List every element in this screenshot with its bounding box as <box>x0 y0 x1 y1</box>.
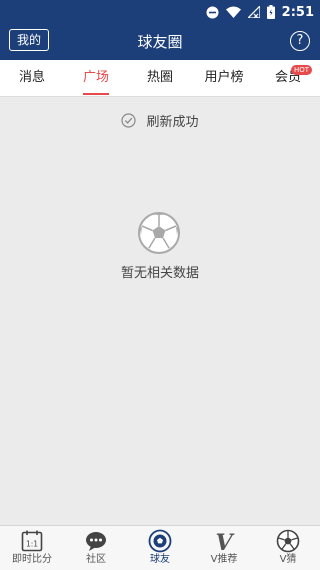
refresh-status: 刷新成功 <box>0 108 320 132</box>
tab-user-ranking[interactable]: 用户榜 <box>192 60 256 96</box>
bottom-nav: 1:1 即时比分 社区 球友 V V推荐 V猜 <box>0 525 320 570</box>
hot-badge: HOT <box>290 65 312 75</box>
nav-friends[interactable]: 球友 <box>128 526 192 570</box>
status-icons: 2:51 <box>206 0 314 24</box>
football-empty-icon <box>138 212 180 254</box>
football-icon <box>148 529 172 553</box>
app-bar: 我的 球友圈 ? <box>0 24 320 60</box>
calendar-score-icon: 1:1 <box>21 530 43 552</box>
refresh-message: 刷新成功 <box>146 114 199 130</box>
tab-label: 热圈 <box>146 70 173 85</box>
help-icon[interactable]: ? <box>290 31 310 51</box>
nav-live-score[interactable]: 1:1 即时比分 <box>0 526 64 570</box>
mine-button[interactable]: 我的 <box>9 29 49 51</box>
status-time: 2:51 <box>281 4 314 20</box>
empty-message: 暂无相关数据 <box>120 266 199 281</box>
wifi-icon <box>225 6 241 18</box>
tab-bar: 消息 广场 热圈 用户榜 会员 HOT <box>0 60 320 97</box>
signal-icon <box>247 6 260 18</box>
tab-label: 消息 <box>18 70 45 85</box>
battery-icon <box>266 5 275 19</box>
dnd-icon <box>206 6 219 18</box>
svg-text:V: V <box>215 530 234 553</box>
nav-community[interactable]: 社区 <box>64 526 128 570</box>
nav-label: 社区 <box>86 554 106 565</box>
v-letter-icon: V <box>215 530 234 553</box>
nav-v-recommend[interactable]: V V推荐 <box>192 526 256 570</box>
tab-square[interactable]: 广场 <box>64 60 128 96</box>
tab-label: 用户榜 <box>204 70 244 85</box>
tab-hot-circles[interactable]: 热圈 <box>128 60 192 96</box>
nav-label: 球友 <box>150 554 170 565</box>
tab-label: 广场 <box>82 70 109 85</box>
active-tab-indicator <box>83 93 109 95</box>
soccer-ball-icon <box>276 529 300 553</box>
check-circle-icon <box>121 112 137 128</box>
nav-label: 即时比分 <box>12 554 52 565</box>
svg-text:1:1: 1:1 <box>26 540 38 549</box>
status-bar: 2:51 <box>0 0 320 24</box>
nav-label: V猜 <box>279 554 297 565</box>
nav-v-guess[interactable]: V猜 <box>256 526 320 570</box>
chat-bubble-icon <box>86 532 106 551</box>
tab-messages[interactable]: 消息 <box>0 60 64 96</box>
tab-membership[interactable]: 会员 HOT <box>256 60 320 96</box>
nav-label: V推荐 <box>210 554 238 565</box>
